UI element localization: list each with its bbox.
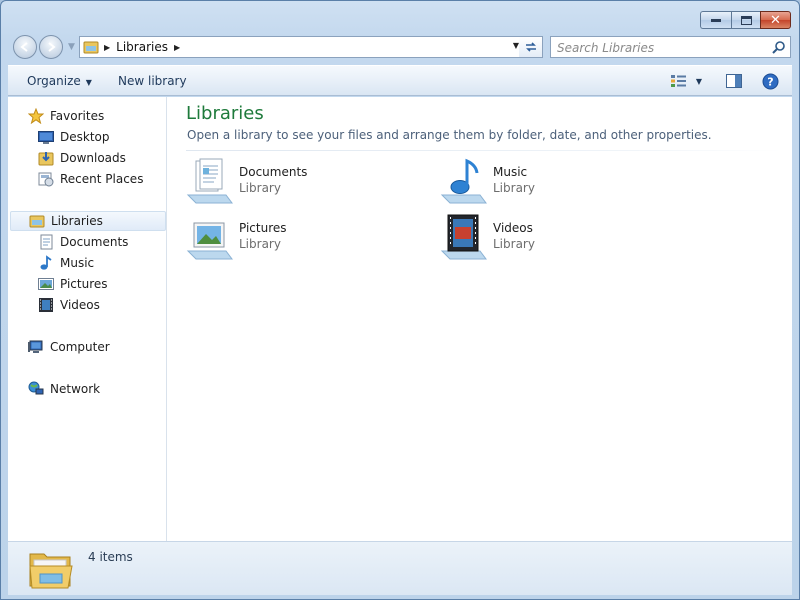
nav-documents[interactable]: Documents bbox=[38, 232, 128, 252]
organize-label: Organize bbox=[27, 74, 81, 88]
close-icon: ✕ bbox=[770, 12, 781, 28]
maximize-button[interactable] bbox=[731, 11, 760, 29]
recent-places-icon bbox=[38, 171, 54, 187]
library-view: Libraries Open a library to see your fil… bbox=[168, 97, 792, 541]
documents-library-icon bbox=[186, 158, 233, 204]
videos-library-icon bbox=[440, 214, 487, 260]
details-pane: 4 items bbox=[8, 541, 792, 595]
breadcrumb-separator-icon[interactable]: ▶ bbox=[174, 43, 180, 52]
nav-desktop-label: Desktop bbox=[60, 130, 110, 144]
music-library-icon bbox=[440, 158, 487, 204]
nav-network[interactable]: Network bbox=[28, 379, 100, 399]
computer-icon bbox=[28, 339, 44, 355]
refresh-icon bbox=[525, 42, 536, 52]
command-bar: Organize ▼ New library ▼ ? bbox=[8, 65, 792, 96]
nav-downloads[interactable]: Downloads bbox=[38, 148, 126, 168]
libraries-icon bbox=[29, 213, 45, 229]
chevron-down-icon: ▼ bbox=[85, 78, 92, 87]
change-view-button[interactable] bbox=[668, 71, 690, 91]
desktop-icon bbox=[38, 129, 54, 145]
item-count: 4 items bbox=[88, 550, 133, 564]
help-icon: ? bbox=[762, 73, 778, 89]
nav-videos[interactable]: Videos bbox=[38, 295, 100, 315]
nav-libraries-label: Libraries bbox=[51, 214, 103, 228]
maximize-icon bbox=[740, 15, 752, 25]
pictures-library-icon bbox=[186, 222, 233, 260]
nav-music[interactable]: Music bbox=[38, 253, 94, 273]
library-item-music-type: Library bbox=[493, 181, 535, 195]
new-library-button[interactable]: New library bbox=[118, 74, 187, 88]
explorer-window: ✕ ▼ ▶ Libraries ▶ ▼ Organ bbox=[0, 0, 800, 600]
recent-pages-dropdown[interactable]: ▼ bbox=[68, 42, 75, 52]
close-button[interactable]: ✕ bbox=[760, 11, 791, 29]
nav-downloads-label: Downloads bbox=[60, 151, 126, 165]
organize-button[interactable]: Organize ▼ bbox=[27, 74, 92, 88]
nav-music-label: Music bbox=[60, 256, 95, 270]
music-icon bbox=[38, 255, 54, 271]
refresh-button[interactable] bbox=[519, 36, 543, 58]
library-item-videos-name: Videos bbox=[493, 221, 533, 235]
nav-videos-label: Videos bbox=[60, 298, 100, 312]
caption-buttons: ✕ bbox=[700, 11, 791, 29]
page-title: Libraries bbox=[186, 103, 264, 124]
header-divider bbox=[186, 150, 782, 151]
libraries-folder-large-icon bbox=[29, 553, 73, 589]
library-item-music[interactable]: Music Library bbox=[440, 157, 690, 207]
navigation-pane: Favorites Desktop Downloads Recent Place… bbox=[8, 97, 167, 541]
page-description: Open a library to see your files and arr… bbox=[187, 128, 712, 142]
search-box[interactable] bbox=[550, 36, 791, 58]
minimize-icon bbox=[711, 19, 721, 22]
library-item-videos[interactable]: Videos Library bbox=[440, 213, 690, 263]
view-dropdown-chevron-icon[interactable]: ▼ bbox=[693, 71, 705, 91]
address-bar[interactable]: ▶ Libraries ▶ ▼ bbox=[79, 36, 524, 58]
network-icon bbox=[28, 381, 44, 397]
library-item-documents-name: Documents bbox=[239, 165, 308, 179]
search-input[interactable] bbox=[557, 40, 757, 55]
library-item-videos-type: Library bbox=[493, 237, 535, 251]
preview-pane-button[interactable] bbox=[724, 71, 744, 91]
nav-documents-label: Documents bbox=[60, 235, 129, 249]
favorites-star-icon bbox=[28, 108, 44, 124]
nav-recent-places[interactable]: Recent Places bbox=[38, 169, 143, 189]
svg-text:?: ? bbox=[767, 75, 773, 88]
videos-icon bbox=[38, 297, 54, 313]
nav-pictures[interactable]: Pictures bbox=[38, 274, 108, 294]
back-arrow-icon bbox=[20, 42, 28, 52]
content-area: Favorites Desktop Downloads Recent Place… bbox=[8, 97, 792, 541]
libraries-folder-icon bbox=[80, 37, 102, 57]
breadcrumb-libraries[interactable]: Libraries bbox=[116, 40, 168, 54]
forward-button[interactable] bbox=[39, 35, 63, 59]
library-item-documents-type: Library bbox=[239, 181, 281, 195]
nav-libraries[interactable]: Libraries bbox=[10, 211, 166, 231]
nav-pictures-label: Pictures bbox=[60, 277, 108, 291]
nav-favorites[interactable]: Favorites bbox=[28, 106, 104, 126]
breadcrumb-separator-icon[interactable]: ▶ bbox=[104, 43, 110, 52]
nav-network-label: Network bbox=[50, 382, 101, 396]
view-options-icon bbox=[671, 75, 686, 87]
help-button[interactable]: ? bbox=[760, 71, 780, 91]
documents-icon bbox=[38, 234, 54, 250]
nav-desktop[interactable]: Desktop bbox=[38, 127, 110, 147]
nav-computer[interactable]: Computer bbox=[28, 337, 110, 357]
minimize-button[interactable] bbox=[700, 11, 731, 29]
library-item-pictures-name: Pictures bbox=[239, 221, 287, 235]
nav-recent-places-label: Recent Places bbox=[60, 172, 144, 186]
nav-favorites-label: Favorites bbox=[50, 109, 105, 123]
back-button[interactable] bbox=[13, 35, 37, 59]
library-item-pictures-type: Library bbox=[239, 237, 281, 251]
preview-pane-icon bbox=[726, 74, 742, 88]
downloads-icon bbox=[38, 150, 54, 166]
library-item-documents[interactable]: Documents Library bbox=[186, 157, 436, 207]
navigation-row: ▼ ▶ Libraries ▶ ▼ bbox=[11, 34, 791, 60]
nav-computer-label: Computer bbox=[50, 340, 110, 354]
search-icon[interactable] bbox=[772, 40, 786, 54]
library-item-music-name: Music bbox=[493, 165, 528, 179]
pictures-icon bbox=[38, 276, 54, 292]
library-item-pictures[interactable]: Pictures Library bbox=[186, 213, 436, 263]
forward-arrow-icon bbox=[48, 42, 56, 52]
